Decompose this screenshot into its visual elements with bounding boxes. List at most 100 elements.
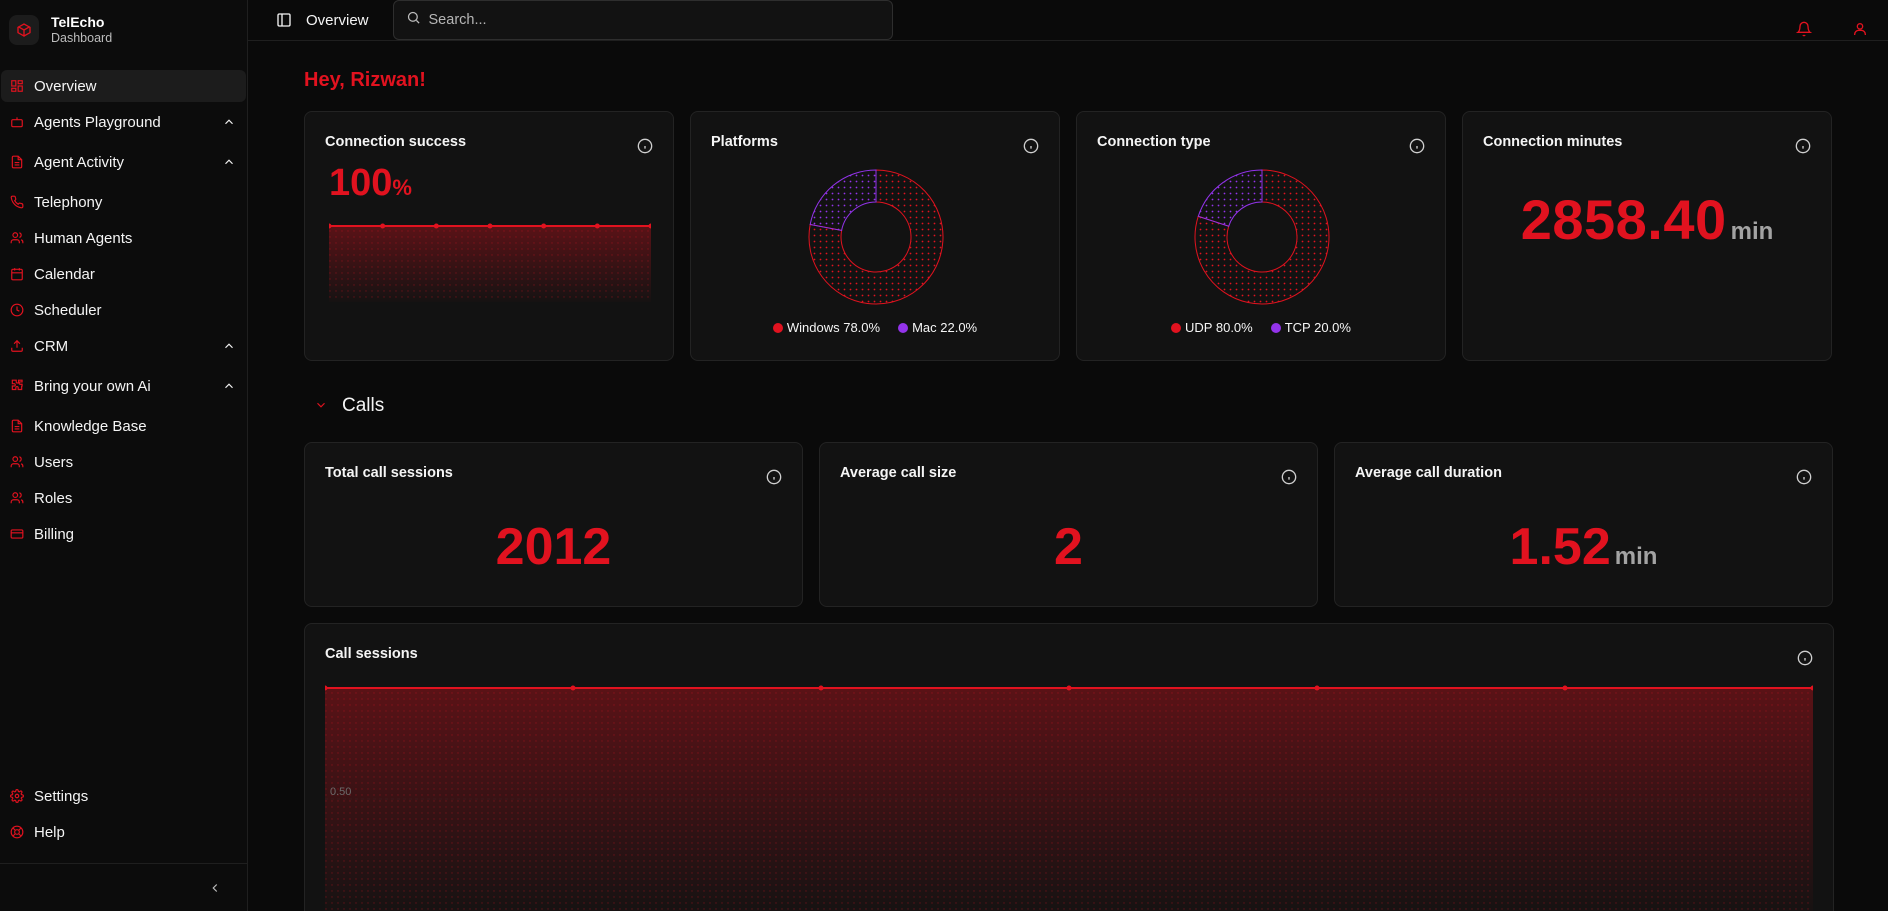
value-number: 2012 [495, 518, 612, 576]
sidebar-item-billing[interactable]: Billing [1, 518, 246, 550]
chevron-left-icon[interactable] [207, 880, 223, 896]
info-icon[interactable] [637, 138, 653, 154]
sidebar-item-roles[interactable]: Roles [1, 482, 246, 514]
card-title: Total call sessions [325, 465, 453, 481]
search-input[interactable] [428, 12, 880, 28]
sidebar-item-knowledge-base[interactable]: Knowledge Base [1, 410, 246, 442]
data-point [1066, 685, 1072, 691]
info-icon[interactable] [1409, 138, 1425, 154]
user-icon[interactable] [1852, 21, 1870, 39]
legend-item-windows: Windows 78.0% [772, 320, 880, 335]
legend-item-udp: UDP 80.0% [1171, 320, 1253, 335]
total-call-sessions-card: Total call sessions 2012 [304, 442, 803, 607]
sidebar-item-settings[interactable]: Settings [1, 780, 246, 812]
chevron-up-icon[interactable] [222, 115, 236, 129]
lifebuoy-icon [10, 825, 24, 839]
sidebar-item-label: Knowledge Base [34, 417, 147, 435]
sidebar-item-crm[interactable]: CRM [1, 330, 246, 362]
data-point [570, 685, 576, 691]
pie-slice-mac [809, 169, 877, 232]
sidebar: TelEcho Dashboard Overview Agents Playgr… [0, 0, 248, 911]
greeting: Hey, Rizwan! [304, 69, 426, 91]
card-title: Average call duration [1355, 465, 1502, 481]
y-tick-label: 0.50 [330, 786, 351, 798]
sidebar-bottom-nav: Settings Help [1, 780, 246, 852]
sidebar-item-agents-playground[interactable]: Agents Playground [1, 106, 246, 138]
connection-type-card: Connection type UDP 80.0% TCP 20.0% [1076, 111, 1446, 361]
sidebar-item-label: Scheduler [34, 301, 102, 319]
value-number: 2858.40 [1520, 188, 1727, 251]
sidebar-item-human-agents[interactable]: Human Agents [1, 222, 246, 254]
info-icon[interactable] [1281, 469, 1297, 485]
legend-item-mac: Mac 22.0% [898, 320, 977, 335]
info-icon[interactable] [766, 469, 782, 485]
chevron-up-icon[interactable] [222, 155, 236, 169]
calls-cards: Total call sessions 2012 Average call si… [304, 442, 1834, 607]
legend-item-tcp: TCP 20.0% [1270, 320, 1351, 335]
value-number: 100 [329, 162, 393, 204]
data-point [818, 685, 824, 691]
calls-section-toggle[interactable]: Calls [304, 386, 1834, 426]
legend-label: TCP 20.0% [1284, 320, 1351, 335]
gear-icon [10, 789, 24, 803]
connection-minutes-card: Connection minutes 2858.40 min [1462, 111, 1832, 361]
sidebar-item-help[interactable]: Help [1, 816, 246, 848]
info-icon[interactable] [1796, 469, 1812, 485]
dashboard-content: Hey, Rizwan! Connection success 100% Pla… [248, 41, 1888, 911]
search-box[interactable] [392, 0, 893, 40]
users-icon [10, 491, 24, 505]
legend-label: Mac 22.0% [912, 320, 978, 335]
sidebar-item-label: Agent Activity [34, 153, 125, 171]
call-sessions-chart: 0.50 [325, 685, 1813, 911]
card-title: Average call size [840, 465, 957, 481]
platforms-card: Platforms Windows 78.0% Mac 22.0% [690, 111, 1060, 361]
value-unit: % [392, 175, 412, 200]
sidebar-item-calendar[interactable]: Calendar [1, 258, 246, 290]
sidebar-item-label: Bring your own Ai [34, 377, 151, 395]
search-icon [406, 10, 429, 30]
file-icon [10, 155, 24, 169]
sidebar-item-scheduler[interactable]: Scheduler [1, 294, 246, 326]
data-point [487, 223, 493, 229]
connection-success-card: Connection success 100% [304, 111, 674, 361]
phone-icon [10, 195, 24, 209]
info-icon[interactable] [1023, 138, 1039, 154]
data-point [541, 223, 547, 229]
bell-icon[interactable] [1796, 21, 1814, 39]
file-icon [10, 419, 24, 433]
connection-success-chart [329, 223, 651, 302]
sidebar-item-overview[interactable]: Overview [1, 70, 246, 102]
data-point [1562, 685, 1568, 691]
info-icon[interactable] [1795, 138, 1811, 154]
data-point [433, 223, 439, 229]
chevron-up-icon[interactable] [222, 379, 236, 393]
card-title: Connection type [1097, 134, 1211, 150]
call-sessions-card: Call sessions 0.50 [304, 623, 1834, 911]
sidebar-item-label: Billing [34, 525, 75, 543]
platforms-legend: Windows 78.0% Mac 22.0% [691, 320, 1059, 335]
info-icon[interactable] [1797, 650, 1813, 666]
topbar: Overview [248, 0, 1888, 41]
sidebar-item-agent-activity[interactable]: Agent Activity [1, 146, 246, 178]
sidebar-item-label: Telephony [34, 193, 103, 211]
chevron-up-icon[interactable] [222, 339, 236, 353]
sidebar-item-bring-your-own-ai[interactable]: Bring your own Ai [1, 370, 246, 402]
sidebar-item-label: Overview [34, 77, 97, 95]
chevron-down-icon [314, 398, 330, 414]
value-unit: min [1614, 543, 1658, 570]
connection-minutes-value: 2858.40 min [1463, 187, 1831, 252]
brand[interactable]: TelEcho Dashboard [0, 0, 247, 60]
brand-subtitle: Dashboard [51, 30, 113, 45]
cube-logo-icon [9, 15, 39, 45]
value-number: 1.52 [1509, 518, 1611, 576]
upload-icon [10, 339, 24, 353]
data-point [1314, 685, 1320, 691]
sidebar-item-users[interactable]: Users [1, 446, 246, 478]
sidebar-toggle-icon[interactable] [276, 12, 292, 28]
grid-icon [10, 79, 24, 93]
main: Overview Hey, Rizwan! Connection success… [248, 0, 1888, 911]
connection-success-value: 100% [329, 162, 412, 205]
sidebar-item-telephony[interactable]: Telephony [1, 186, 246, 218]
calls-heading: Calls [342, 395, 385, 416]
card-icon [10, 527, 24, 541]
